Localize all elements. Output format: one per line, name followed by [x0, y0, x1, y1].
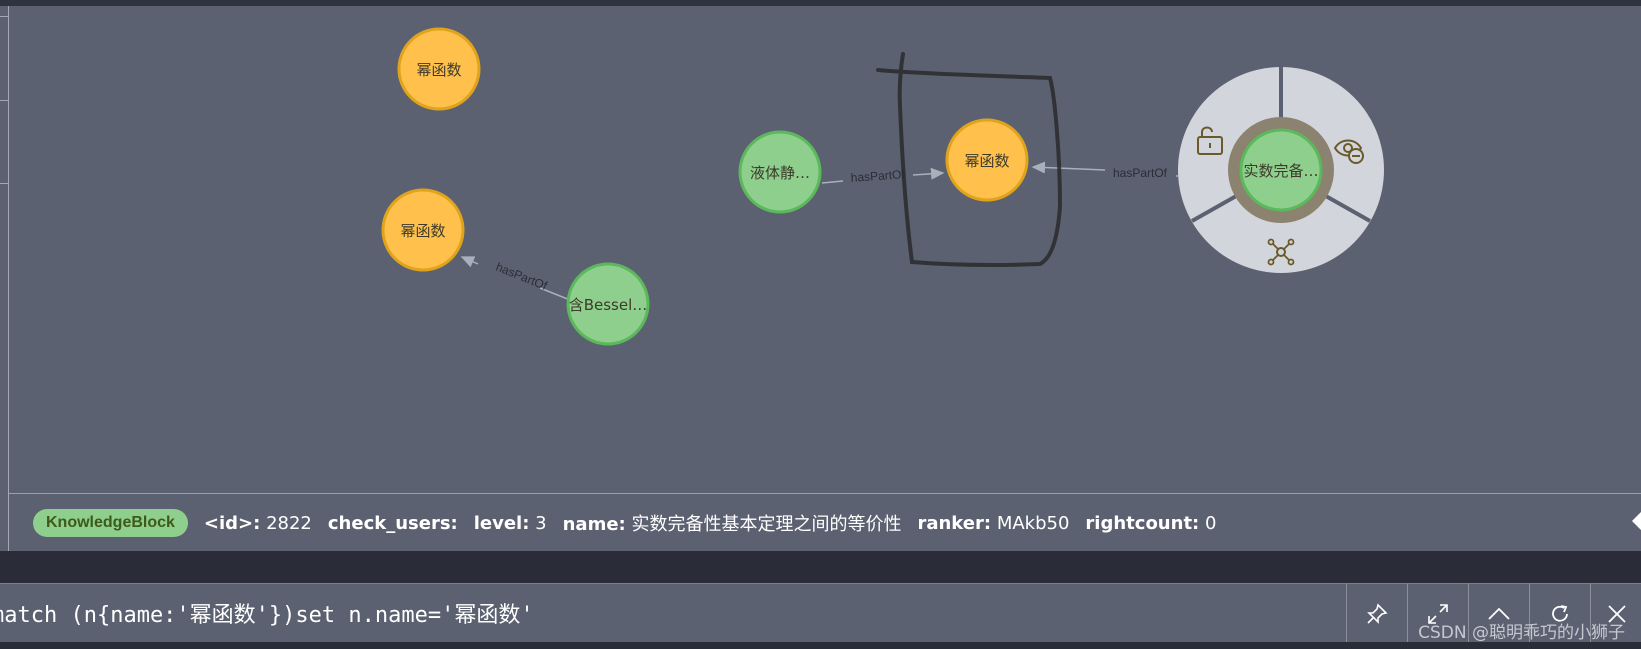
node-label: 幂函数	[400, 222, 445, 240]
node-label: 液体静…	[750, 164, 810, 182]
property-key: ranker:	[917, 512, 992, 534]
property-value: 3	[535, 512, 547, 534]
property-value: 2822	[266, 512, 312, 534]
property-name[interactable]: name: 实数完备性基本定理之间的等价性	[563, 510, 902, 536]
collapse-left-icon[interactable]	[1632, 512, 1641, 530]
graph-node[interactable]: 幂函数	[397, 27, 481, 111]
relationship-haspartof[interactable]: hasPartOf	[460, 256, 571, 301]
relationship-label: hasPartOf	[850, 167, 906, 185]
property-rightcount[interactable]: rightcount: 0	[1085, 513, 1216, 534]
property-value: 实数完备性基本定理之间的等价性	[631, 514, 902, 535]
graph-canvas[interactable]: hasPartOf hasPartOf hasPartOf 幂函数 幂函数 含B…	[0, 6, 1641, 493]
panel-divider	[0, 551, 1641, 583]
property-value: 0	[1204, 512, 1217, 534]
property-key: <id>:	[203, 512, 261, 534]
graph-node[interactable]: 液体静…	[738, 130, 822, 214]
graph-node[interactable]: 幂函数	[945, 118, 1029, 202]
property-check-users[interactable]: check_users:	[328, 513, 458, 534]
node-label: 含Bessel…	[569, 296, 648, 314]
node-label: 幂函数	[416, 61, 461, 79]
graph-svg[interactable]: hasPartOf hasPartOf hasPartOf 幂函数 幂函数 含B…	[0, 6, 1641, 493]
relationship-haspartof[interactable]: hasPartOf	[1031, 161, 1178, 180]
property-key: level:	[473, 512, 530, 534]
bottom-strip	[0, 642, 1641, 649]
node-label: 实数完备…	[1243, 162, 1318, 180]
property-key: name:	[562, 514, 626, 535]
property-id[interactable]: <id>: 2822	[204, 513, 312, 534]
property-value: MAkb50	[996, 512, 1070, 534]
property-key: rightcount:	[1085, 512, 1200, 534]
property-key: check_users:	[327, 512, 458, 534]
graph-node-selected[interactable]: 实数完备…	[1228, 117, 1334, 223]
watermark-text: CSDN @聪明乖巧的小狮子	[1418, 623, 1625, 643]
pin-icon	[1367, 602, 1388, 624]
relationship-label: hasPartOf	[494, 260, 550, 293]
node-label: 幂函数	[964, 152, 1009, 170]
graph-node[interactable]: 幂函数	[381, 188, 465, 272]
label-badge[interactable]: KnowledgeBlock	[33, 509, 188, 537]
property-ranker[interactable]: ranker: MAkb50	[917, 513, 1069, 534]
pin-button[interactable]	[1346, 584, 1407, 643]
graph-node[interactable]: 含Bessel…	[566, 262, 650, 346]
property-level[interactable]: level: 3	[474, 513, 547, 534]
properties-bar: KnowledgeBlock <id>: 2822 check_users: l…	[9, 493, 1641, 552]
query-text[interactable]: match (n{name:'幂函数'})set n.name='幂函数'	[0, 597, 534, 629]
relationship-haspartof[interactable]: hasPartOf	[821, 167, 945, 185]
relationship-label: hasPartOf	[1113, 166, 1168, 180]
query-editor[interactable]: match (n{name:'幂函数'})set n.name='幂函数'	[0, 583, 1641, 644]
